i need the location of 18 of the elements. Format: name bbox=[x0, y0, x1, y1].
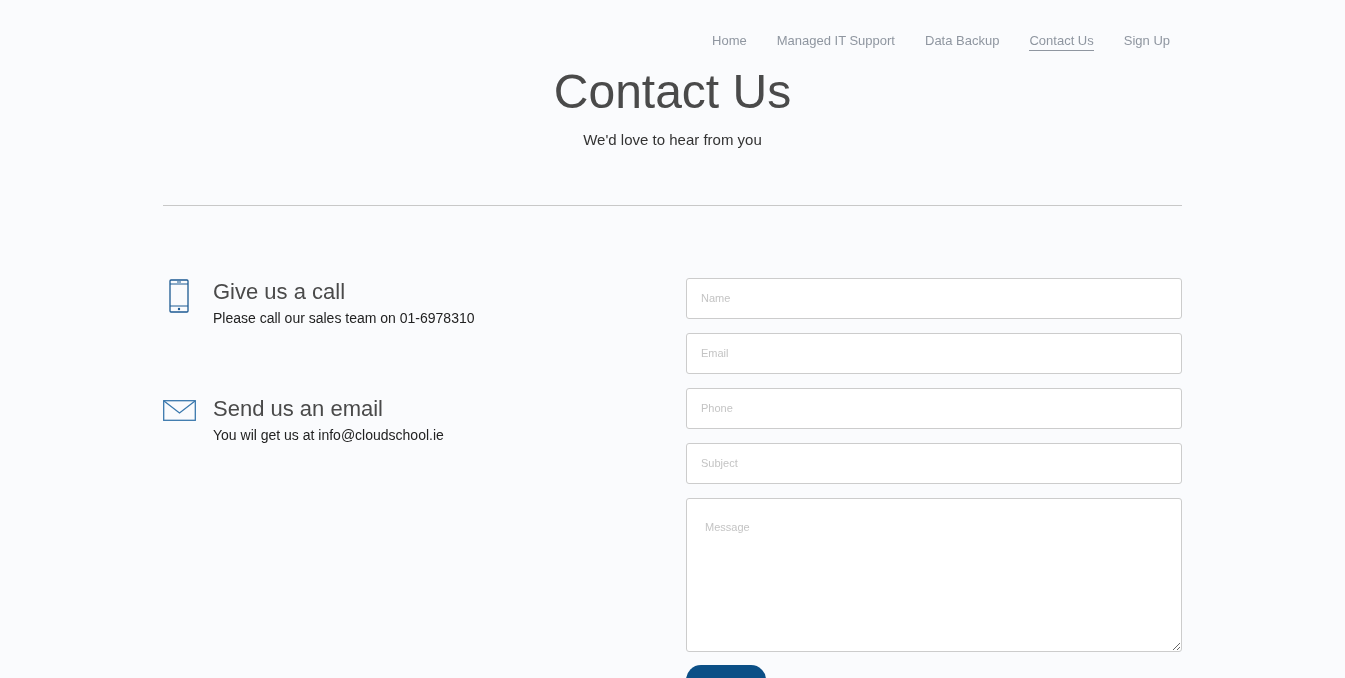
contact-text: You wil get us at info@cloudschool.ie bbox=[213, 425, 444, 445]
input-field[interactable]: Name bbox=[686, 277, 1182, 319]
nav-link[interactable]: Managed IT Support bbox=[776, 31, 895, 51]
message-field[interactable]: Message bbox=[686, 497, 1182, 652]
nav-link[interactable]: Data Backup bbox=[925, 31, 1000, 51]
input-field[interactable]: Email bbox=[686, 332, 1182, 374]
nav-link[interactable]: Home bbox=[712, 31, 747, 51]
input-field[interactable]: Phone bbox=[686, 387, 1182, 429]
input-field[interactable]: Subject bbox=[686, 442, 1182, 484]
envelope-icon bbox=[163, 399, 196, 421]
contact-text: Please call our sales team on 01-6978310 bbox=[213, 308, 475, 328]
page-title: Contact Us bbox=[553, 64, 792, 120]
page-subtitle: We'd love to hear from you bbox=[583, 130, 762, 150]
nav-link[interactable]: Contact Us bbox=[1029, 31, 1094, 51]
contact-heading: Send us an email bbox=[213, 394, 384, 423]
contact-heading: Give us a call bbox=[213, 277, 347, 306]
phone-icon bbox=[169, 278, 189, 313]
nav-link[interactable]: Sign Up bbox=[1123, 31, 1170, 51]
